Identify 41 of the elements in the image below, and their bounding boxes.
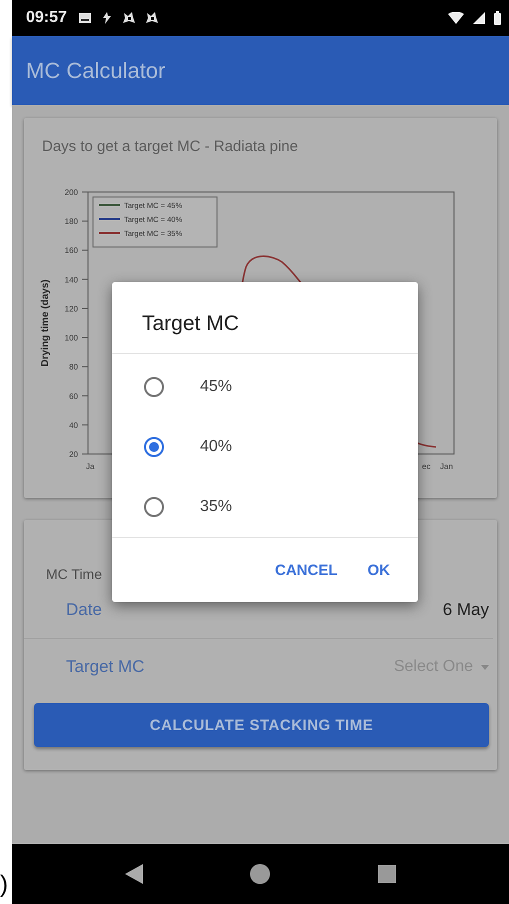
axis-tick-label: 100: [64, 334, 78, 343]
field-label: Date: [66, 600, 102, 620]
axis-tick-label: 20: [69, 450, 78, 459]
dialog-button[interactable]: OK: [356, 554, 402, 586]
edge-mark: ): [0, 872, 9, 898]
signal-icon: [473, 12, 485, 24]
axis-tick-label: ec: [422, 462, 430, 471]
bug-icon: [144, 11, 159, 25]
radio-button[interactable]: [144, 437, 164, 457]
caret-icon: [481, 664, 489, 670]
chart-title: Days to get a target MC - Radiata pine: [41, 137, 299, 155]
axis-tick-label: 160: [64, 246, 78, 256]
status-time: 09:57: [26, 9, 67, 27]
app-title: MC Calculator: [26, 58, 166, 84]
home-icon[interactable]: [249, 863, 272, 885]
axis-tick-label: 180: [64, 217, 78, 226]
axis-tick-label: 60: [69, 392, 78, 401]
recents-icon[interactable]: [378, 865, 396, 883]
axis-tick-label: 80: [69, 362, 78, 372]
axis-tick-label: 200: [64, 188, 78, 197]
section-title: MC Time: [46, 565, 102, 582]
axis-tick-label: 120: [64, 304, 78, 314]
dialog-button[interactable]: CANCEL: [263, 554, 350, 586]
axis-title: Drying time (days): [40, 279, 51, 367]
axis-tick-label: Jan: [440, 462, 453, 471]
battery-icon: [494, 11, 501, 25]
radio-option[interactable]: 45%: [112, 357, 418, 417]
image-icon: [78, 12, 92, 24]
axis-tick-label: Ja: [86, 462, 94, 471]
radio-button[interactable]: [144, 377, 164, 397]
field-label: Target MC: [66, 657, 144, 677]
axis-tick-label: 140: [64, 275, 78, 284]
radio-option[interactable]: 40%: [112, 417, 418, 477]
wifi-icon: [448, 12, 464, 24]
radio-button[interactable]: [144, 497, 164, 517]
radio-option[interactable]: 35%: [112, 477, 418, 537]
bug-icon: [122, 11, 136, 25]
dialog-title: Target MC: [112, 282, 418, 354]
axis-tick-label: 40: [69, 420, 78, 430]
field-value[interactable]: 6 May: [442, 600, 489, 620]
back-icon[interactable]: [125, 864, 144, 884]
